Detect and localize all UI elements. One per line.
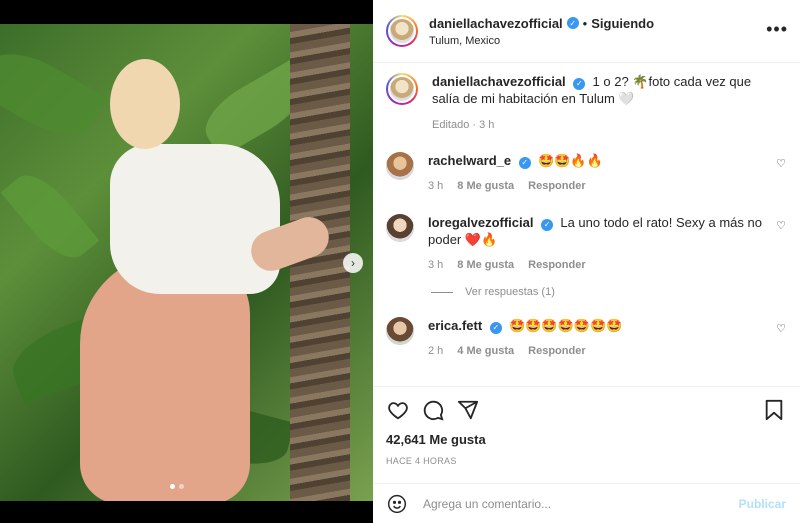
- verified-badge-icon: ✓: [573, 77, 586, 90]
- separator-dot: •: [582, 15, 588, 31]
- verified-badge-icon: ✓: [518, 156, 531, 169]
- chevron-right-icon[interactable]: ›: [343, 253, 363, 273]
- carousel-dot: [170, 484, 175, 489]
- emoji-icon[interactable]: [387, 494, 407, 514]
- likes-count[interactable]: 42,641 Me gusta: [386, 432, 786, 447]
- post-panel: daniellachavezofficial ✓ • Siguiendo Tul…: [373, 0, 800, 523]
- caption-meta: Editado · 3 h: [432, 119, 495, 131]
- comment-likes[interactable]: 4 Me gusta: [457, 343, 514, 360]
- carousel-dot: [179, 484, 184, 489]
- comment-text: 🤩🤩🔥🔥: [537, 153, 603, 168]
- post-actions: 42,641 Me gusta HACE 4 HORAS Publicar: [373, 386, 800, 523]
- comment-time[interactable]: 3 h: [428, 178, 443, 195]
- post-caption: daniellachavezofficial ✓ 1 o 2? 🌴foto ca…: [386, 73, 786, 134]
- following-button[interactable]: Siguiendo: [591, 16, 654, 31]
- like-comment-icon[interactable]: ♡: [776, 219, 786, 232]
- reply-button[interactable]: Responder: [528, 178, 585, 195]
- caption-username[interactable]: daniellachavezofficial: [432, 74, 566, 89]
- avatar[interactable]: [386, 73, 418, 105]
- avatar[interactable]: [386, 214, 414, 242]
- publish-button[interactable]: Publicar: [739, 497, 786, 511]
- like-comment-icon[interactable]: ♡: [776, 157, 786, 170]
- post-media: ›: [0, 0, 373, 523]
- comment-username[interactable]: erica.fett: [428, 318, 482, 333]
- comment-username[interactable]: rachelward_e: [428, 153, 511, 168]
- comment-icon[interactable]: [421, 398, 445, 422]
- reply-button[interactable]: Responder: [528, 343, 585, 360]
- bookmark-icon[interactable]: [762, 398, 786, 422]
- more-options-icon[interactable]: •••: [766, 20, 788, 38]
- carousel-dots: [170, 484, 184, 489]
- verified-badge-icon: ✓: [489, 321, 502, 334]
- comment-username[interactable]: loregalvezofficial: [428, 215, 533, 230]
- comment-text: 🤩🤩🤩🤩🤩🤩🤩: [509, 318, 623, 333]
- heart-icon[interactable]: [386, 398, 410, 422]
- comment-item: erica.fett ✓ 🤩🤩🤩🤩🤩🤩🤩 2 h 4 Me gusta Resp…: [386, 317, 786, 360]
- add-comment-bar: Publicar: [373, 483, 800, 523]
- comment-item: loregalvezofficial ✓ La uno todo el rato…: [386, 214, 786, 274]
- paper-plane-icon[interactable]: [456, 398, 480, 422]
- verified-badge-icon: ✓: [541, 218, 554, 231]
- post-location[interactable]: Tulum, Mexico: [429, 35, 654, 47]
- comment-input[interactable]: [423, 496, 739, 511]
- comment-time[interactable]: 2 h: [428, 343, 443, 360]
- comment-time[interactable]: 3 h: [428, 257, 443, 274]
- avatar[interactable]: [386, 152, 414, 180]
- palm-trunk: [290, 24, 350, 501]
- post-photo: [0, 24, 373, 501]
- comment-likes[interactable]: 8 Me gusta: [457, 178, 514, 195]
- view-replies-button[interactable]: Ver respuestas (1): [431, 286, 786, 298]
- verified-badge-icon: ✓: [566, 17, 579, 29]
- avatar[interactable]: [386, 317, 414, 345]
- author-username[interactable]: daniellachavezofficial: [429, 16, 563, 31]
- comment-likes[interactable]: 8 Me gusta: [457, 257, 514, 274]
- replies-divider: [431, 291, 453, 293]
- post-timestamp: HACE 4 HORAS: [386, 456, 457, 466]
- post-header: daniellachavezofficial ✓ • Siguiendo Tul…: [373, 0, 800, 63]
- like-comment-icon[interactable]: ♡: [776, 322, 786, 335]
- reply-button[interactable]: Responder: [528, 257, 585, 274]
- avatar[interactable]: [386, 15, 418, 47]
- comments-section: daniellachavezofficial ✓ 1 o 2? 🌴foto ca…: [373, 63, 800, 386]
- instagram-post-modal: › daniellachavezofficial ✓ • Siguiendo T…: [0, 0, 800, 523]
- view-replies-label[interactable]: Ver respuestas (1): [465, 286, 555, 298]
- comment-item: rachelward_e ✓ 🤩🤩🔥🔥 3 h 8 Me gusta Respo…: [386, 152, 786, 195]
